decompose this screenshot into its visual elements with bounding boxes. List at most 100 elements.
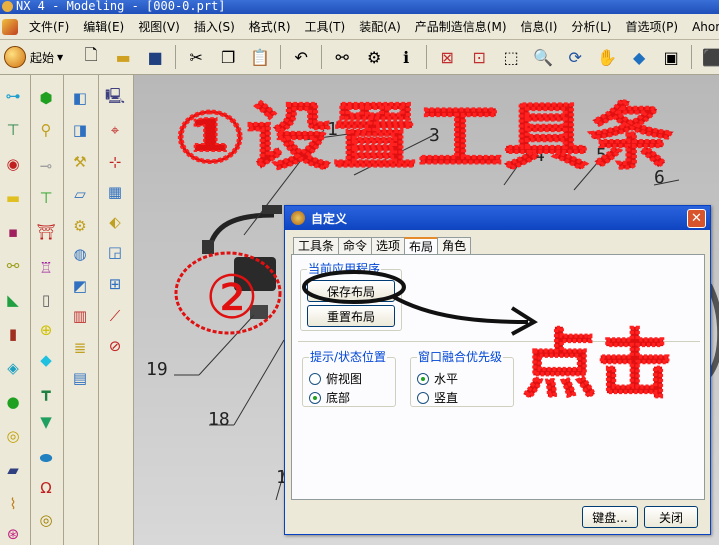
layout-tab-panel: 当前应用程序 保存布局 重置布局 提示/状态位置 俯视图 底部 窗口融合优先级 …: [291, 254, 705, 500]
menu-assemblies[interactable]: 装配(A): [352, 14, 408, 39]
paste-button[interactable]: 📋: [246, 43, 274, 71]
save-button[interactable]: ■: [141, 43, 169, 71]
palette-tool-45[interactable]: ⊞: [102, 271, 128, 297]
palette-tool-10[interactable]: ●: [0, 389, 26, 415]
zoom-box-button[interactable]: ⬚: [497, 43, 525, 71]
palette-tool-24[interactable]: ┳: [33, 379, 59, 405]
palette-tool-6[interactable]: ⚯: [0, 253, 26, 279]
reset-layout-button[interactable]: 重置布局: [307, 305, 395, 327]
tool-c-button[interactable]: ℹ: [392, 43, 420, 71]
palette-tool-3[interactable]: ◉: [0, 151, 26, 177]
menu-analysis[interactable]: 分析(L): [564, 14, 618, 39]
palette-tool-22[interactable]: ⊕: [33, 317, 59, 343]
save-layout-button[interactable]: 保存布局: [307, 280, 395, 302]
palette-tool-41[interactable]: ⊹: [102, 149, 128, 175]
palette-tool-42[interactable]: ▦: [102, 179, 128, 205]
menu-tools[interactable]: 工具(T): [298, 14, 353, 39]
palette-tool-14[interactable]: ⊛: [0, 521, 26, 545]
tab-commands[interactable]: 命令: [338, 237, 373, 255]
palette-tool-8[interactable]: ▮: [0, 321, 26, 347]
keyboard-button[interactable]: 键盘...: [582, 506, 638, 528]
menu-information[interactable]: 信息(I): [514, 14, 565, 39]
palette-tool-19[interactable]: ⛩: [33, 219, 59, 245]
cut-button[interactable]: ✂: [182, 43, 210, 71]
close-icon: ✕: [691, 211, 702, 226]
menu-insert[interactable]: 插入(S): [187, 14, 242, 39]
palette-tool-1[interactable]: ⊶: [0, 83, 26, 109]
radio-top-view[interactable]: 俯视图: [309, 370, 362, 387]
tab-options[interactable]: 选项: [371, 237, 406, 255]
new-file-button[interactable]: 🗋: [77, 43, 105, 71]
zoom-button[interactable]: 🔍: [529, 43, 557, 71]
palette-tool-47[interactable]: ⊘: [102, 333, 128, 359]
palette-tool-21[interactable]: ▯: [33, 287, 59, 313]
radio-horizontal-label: 水平: [434, 372, 459, 386]
feature-palette-1: ⊶ ⊤ ◉ ▬ ▪ ⚯ ◣ ▮ ◈ ● ◎ ▰ ⌇ ⊛: [0, 75, 31, 545]
palette-tool-27[interactable]: Ω: [33, 475, 59, 501]
palette-tool-37[interactable]: ≣: [67, 335, 93, 361]
palette-tool-23[interactable]: ◆: [33, 347, 59, 373]
palette-tool-28[interactable]: ◎: [33, 507, 59, 533]
tool-b-button[interactable]: ⚙: [360, 43, 388, 71]
palette-tool-26[interactable]: ⬬: [33, 445, 59, 471]
info-cursor-icon: ℹ: [403, 47, 410, 67]
palette-tool-29[interactable]: ◧: [67, 85, 93, 111]
menu-file[interactable]: 文件(F): [22, 14, 76, 39]
palette-tool-13[interactable]: ⌇: [0, 491, 26, 517]
tool-a-button[interactable]: ⚯: [328, 43, 356, 71]
copy-button[interactable]: ❐: [214, 43, 242, 71]
palette-tool-12[interactable]: ▰: [0, 457, 26, 483]
dialog-close-button[interactable]: ✕: [687, 209, 706, 228]
menu-pmi[interactable]: 产品制造信息(M): [408, 14, 514, 39]
palette-tool-7[interactable]: ◣: [0, 287, 26, 313]
palette-tool-46[interactable]: ⟋: [102, 303, 128, 329]
menu-edit[interactable]: 编辑(E): [76, 14, 131, 39]
palette-tool-43[interactable]: ⬖: [102, 209, 128, 235]
palette-tool-40[interactable]: ⌖: [102, 117, 128, 143]
radio-button-icon: [309, 372, 321, 385]
palette-tool-15[interactable]: ⬢: [33, 85, 59, 111]
palette-tool-35[interactable]: ◩: [67, 273, 93, 299]
dialog-title-bar[interactable]: 自定义: [285, 206, 710, 230]
palette-tool-20[interactable]: ♖: [33, 255, 59, 281]
palette-tool-39[interactable]: 🖳: [102, 85, 128, 111]
palette-tool-34[interactable]: ◍: [67, 241, 93, 267]
palette-tool-5[interactable]: ▪: [0, 219, 26, 245]
palette-tool-11[interactable]: ◎: [0, 423, 26, 449]
render-style-button[interactable]: ⬛: [698, 43, 719, 71]
tab-roles[interactable]: 角色: [437, 237, 472, 255]
perspective-button[interactable]: ◆: [625, 43, 653, 71]
pan-button[interactable]: ✋: [593, 43, 621, 71]
radio-bottom[interactable]: 底部: [309, 389, 350, 406]
palette-tool-18[interactable]: ⊤: [33, 185, 59, 211]
radio-vertical[interactable]: 竖直: [417, 389, 458, 406]
fit-view-button[interactable]: ⊠: [433, 43, 461, 71]
zoom-window-button[interactable]: ⊡: [465, 43, 493, 71]
palette-tool-36[interactable]: ▥: [67, 303, 93, 329]
nx-menu-icon[interactable]: [2, 18, 18, 35]
tab-toolbars[interactable]: 工具条: [293, 237, 340, 255]
menu-view[interactable]: 视图(V): [131, 14, 187, 39]
menu-user[interactable]: Ahong: [685, 14, 719, 39]
palette-tool-38[interactable]: ▤: [67, 365, 93, 391]
palette-tool-9[interactable]: ◈: [0, 355, 26, 381]
menu-preferences[interactable]: 首选项(P): [618, 14, 685, 39]
palette-tool-33[interactable]: ⚙: [67, 213, 93, 239]
rotate-button[interactable]: ⟳: [561, 43, 589, 71]
start-button[interactable]: 起始 ▼: [0, 43, 69, 71]
open-file-button[interactable]: ▬: [109, 43, 137, 71]
palette-tool-4[interactable]: ▬: [0, 185, 26, 211]
palette-tool-30[interactable]: ◨: [67, 117, 93, 143]
close-button[interactable]: 关闭: [644, 506, 698, 528]
palette-tool-25[interactable]: ▼: [33, 409, 59, 435]
palette-tool-2[interactable]: ⊤: [0, 117, 26, 143]
palette-tool-44[interactable]: ◲: [102, 239, 128, 265]
radio-horizontal[interactable]: 水平: [417, 370, 458, 387]
undo-button[interactable]: ↶: [287, 43, 315, 71]
palette-tool-17[interactable]: ⊸: [33, 153, 59, 179]
palette-tool-16[interactable]: ⚲: [33, 117, 59, 143]
menu-format[interactable]: 格式(R): [242, 14, 298, 39]
view-layout-button[interactable]: ▣: [657, 43, 685, 71]
palette-tool-32[interactable]: ▱: [67, 181, 93, 207]
palette-tool-31[interactable]: ⚒: [67, 149, 93, 175]
